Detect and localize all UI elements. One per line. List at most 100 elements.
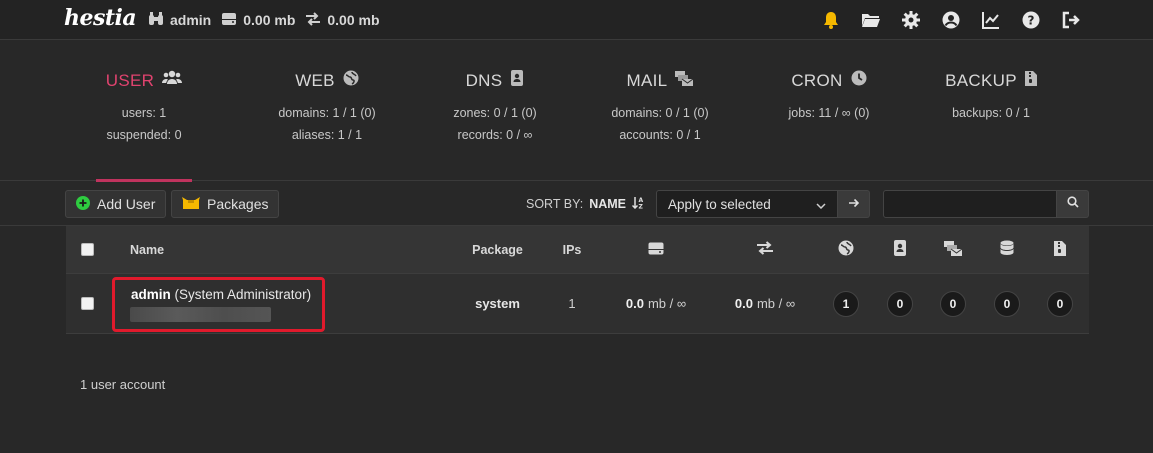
tab-dns[interactable]: DNS zones: 0 / 1 (0) records: 0 / ∞ (430, 40, 560, 181)
bandwidth-usage-number: 0.0 (734, 296, 753, 311)
tab-backup[interactable]: BACKUP backups: 0 / 1 (926, 40, 1056, 181)
select-all-checkbox[interactable] (80, 243, 94, 256)
tab-mail-line1: domains: 0 / 1 (0) (611, 106, 709, 120)
tab-web-line2: aliases: 1 / 1 (291, 128, 363, 142)
apply-button[interactable] (838, 190, 870, 218)
disk-usage-unit: mb / ∞ (647, 296, 687, 311)
disk-icon (221, 12, 237, 29)
row-checkbox-cell (80, 274, 94, 333)
add-user-button[interactable]: Add User (65, 190, 167, 218)
column-disk[interactable] (636, 226, 676, 273)
users-icon (162, 70, 183, 91)
disk-usage-value: 0.00 mb (243, 12, 296, 28)
sort-by-value: NAME (589, 197, 627, 211)
bandwidth-value: 0.00 mb (327, 12, 380, 28)
tab-cron[interactable]: CRON jobs: 11 / ∞ (0) (764, 40, 894, 181)
globe-icon (343, 70, 359, 91)
column-name[interactable]: Name (130, 226, 170, 273)
backups-count-cell: 0 (1047, 274, 1073, 333)
bandwidth-icon (756, 241, 774, 258)
column-package[interactable]: Package (466, 226, 529, 273)
column-mail-domains[interactable] (933, 226, 973, 273)
address-book-icon (510, 70, 524, 91)
user-circle-icon[interactable] (941, 10, 961, 30)
packages-button[interactable]: Packages (171, 190, 280, 218)
bell-icon[interactable] (821, 10, 841, 30)
tab-web-line1: domains: 1 / 1 (0) (278, 106, 376, 120)
summary-tabs: USER users: 1 suspended: 0 WEB domains: … (0, 40, 1153, 182)
top-stats: admin 0.00 mb 0.00 mb (148, 0, 380, 40)
clock-icon (851, 70, 867, 91)
tab-title: DNS (465, 70, 503, 90)
select-all-checkbox-cell (80, 226, 94, 273)
mail-domains-count-cell: 0 (940, 274, 966, 333)
row-checkbox[interactable] (80, 297, 94, 310)
column-backups[interactable] (1040, 226, 1080, 273)
search-button[interactable] (1057, 190, 1089, 218)
tab-user-line2: suspended: 0 (106, 128, 182, 142)
help-icon[interactable]: ? (1021, 10, 1041, 30)
plus-circle-icon (76, 195, 90, 213)
folder-icon[interactable] (861, 10, 881, 30)
bandwidth-icon (305, 11, 321, 29)
databases-count-cell: 0 (994, 274, 1020, 333)
user-name[interactable]: admin (System Administrator) (131, 287, 311, 302)
disk-usage-stat: 0.00 mb (221, 12, 295, 29)
column-web-domains[interactable] (826, 226, 866, 273)
database-icon (1000, 240, 1014, 259)
svg-text:Z: Z (639, 204, 644, 210)
user-ips: 1 (568, 296, 576, 311)
count-badge: 0 (1047, 290, 1073, 317)
tab-title: WEB (295, 70, 335, 90)
user-fullname: (System Administrator) (174, 287, 312, 302)
table-row[interactable]: admin (System Administrator) system 1 0.… (66, 273, 1089, 334)
user-name-cell: admin (System Administrator) (130, 274, 390, 333)
add-user-label: Add User (97, 196, 156, 212)
column-dns-zones[interactable] (880, 226, 920, 273)
binoculars-icon (148, 11, 164, 29)
tab-title: USER (105, 70, 155, 90)
current-user-stat: admin (148, 11, 211, 29)
user-bandwidth-usage: 0.0 mb / ∞ (720, 274, 810, 333)
gear-icon[interactable] (901, 10, 921, 30)
arrow-right-icon (848, 195, 860, 213)
bulk-action-value: Apply to selected (668, 196, 771, 212)
chevron-down-icon (816, 197, 826, 212)
dns-zones-count-cell: 0 (887, 274, 913, 333)
tab-title: MAIL (626, 70, 668, 90)
globe-icon (838, 240, 854, 259)
tab-backup-line1: backups: 0 / 1 (952, 106, 1030, 120)
column-databases[interactable] (987, 226, 1027, 273)
box-icon (182, 196, 200, 213)
logout-icon[interactable] (1061, 10, 1081, 30)
top-bar: hestia admin 0.00 mb 0.00 mb ? (0, 0, 1153, 40)
tab-mail-line2: accounts: 0 / 1 (619, 128, 701, 142)
count-badge: 1 (833, 290, 859, 317)
sort-by[interactable]: SORT BY: NAME AZ (526, 190, 645, 218)
file-archive-icon (1054, 240, 1066, 259)
column-ips[interactable]: IPs (552, 226, 592, 273)
user-disk-usage: 0.0 mb / ∞ (611, 274, 701, 333)
file-archive-icon (1024, 70, 1037, 91)
chart-icon[interactable] (981, 10, 1001, 30)
username: admin (131, 287, 171, 302)
disk-icon (648, 242, 664, 258)
search-icon (1066, 195, 1079, 213)
bulk-action-select[interactable]: Apply to selected (656, 190, 838, 218)
tab-mail[interactable]: MAIL domains: 0 / 1 (0) accounts: 0 / 1 (595, 40, 725, 181)
packages-label: Packages (207, 196, 269, 212)
tab-cron-line1: jobs: 11 / ∞ (0) (788, 106, 870, 120)
tab-web[interactable]: WEB domains: 1 / 1 (0) aliases: 1 / 1 (262, 40, 392, 181)
tab-user[interactable]: USER users: 1 suspended: 0 (96, 40, 192, 182)
count-badge: 0 (994, 290, 1020, 317)
sort-alpha-icon: AZ (631, 196, 645, 212)
count-badge: 0 (940, 290, 966, 317)
bandwidth-usage-unit: mb / ∞ (756, 296, 796, 311)
bandwidth-stat: 0.00 mb (305, 11, 380, 29)
disk-usage-number: 0.0 (625, 296, 644, 311)
mail-bulk-icon (944, 240, 963, 259)
column-bandwidth[interactable] (745, 226, 785, 273)
search-input[interactable] (883, 190, 1057, 218)
redacted-email (130, 307, 271, 322)
hestia-logo[interactable]: hestia (64, 5, 137, 35)
